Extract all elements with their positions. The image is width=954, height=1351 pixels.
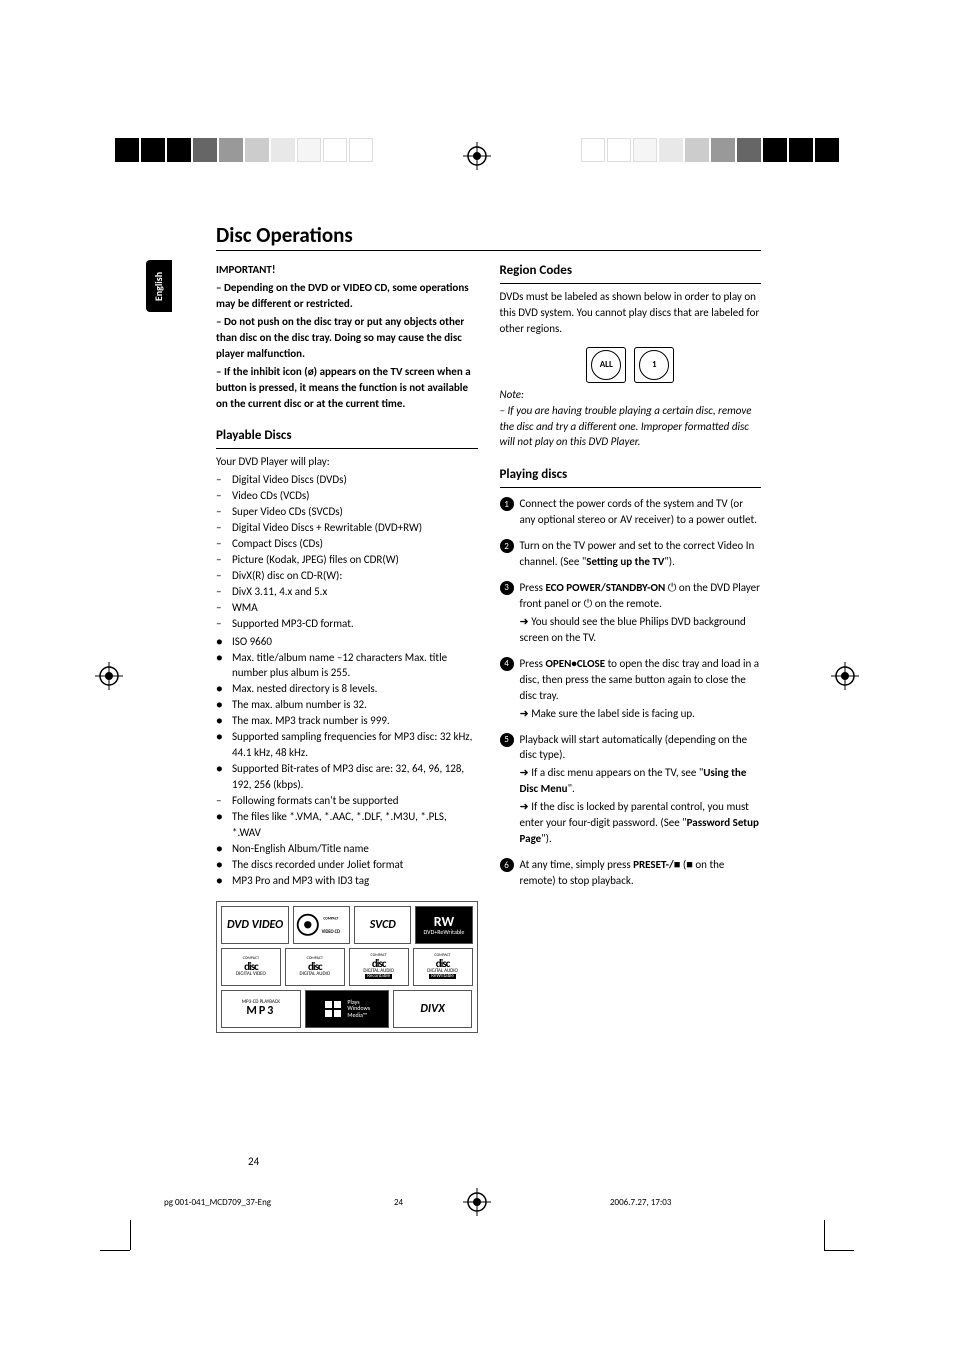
list-item: ●Supported Bit-rates of MP3 disc are: 32… bbox=[216, 761, 478, 793]
mp3-logo: MP3-CD PLAYBACKMP3 bbox=[221, 990, 301, 1028]
step-result: If a disc menu appears on the TV, see "U… bbox=[520, 765, 762, 797]
step-result: Make sure the label side is facing up. bbox=[520, 706, 762, 722]
windows-media-logo: PlaysWindowsMedia™ bbox=[305, 990, 389, 1028]
svg-text:VIDEO CD: VIDEO CD bbox=[322, 930, 341, 935]
region-note-body: – If you are having trouble playing a ce… bbox=[500, 403, 762, 451]
step-1: 1 Connect the power cords of the system a… bbox=[500, 496, 762, 530]
left-column: IMPORTANT! – Depending on the DVD or VID… bbox=[216, 262, 478, 1033]
list-item: –Video CDs (VCDs) bbox=[216, 488, 478, 504]
step-number-icon: 2 bbox=[500, 539, 514, 553]
important-heading: IMPORTANT! bbox=[216, 262, 478, 278]
list-item: –DivX(R) disc on CD-R(W): bbox=[216, 568, 478, 584]
playable-intro: Your DVD Player will play: bbox=[216, 454, 478, 470]
list-item: –Following formats can't be supported bbox=[216, 793, 478, 809]
registration-mark-icon bbox=[463, 142, 491, 170]
step-number-icon: 3 bbox=[500, 581, 514, 595]
list-item: –Compact Discs (CDs) bbox=[216, 536, 478, 552]
step-4: 4 Press OPEN•CLOSE to open the disc tray … bbox=[500, 656, 762, 724]
important-p1: – Depending on the DVD or VIDEO CD, some… bbox=[216, 280, 478, 312]
language-tab: English bbox=[146, 260, 172, 312]
region-intro: DVDs must be labeled as shown below in o… bbox=[500, 289, 762, 337]
step-text: Turn on the TV power and set to the corr… bbox=[520, 538, 762, 570]
divx-logo: DIVX bbox=[393, 990, 473, 1028]
step-result: You should see the blue Philips DVD back… bbox=[520, 614, 762, 646]
important-p3: – If the inhibit icon (ø) appears on the… bbox=[216, 364, 478, 412]
list-item: ●The files like *.VMA, *.AAC, *.DLF, *.M… bbox=[216, 809, 478, 841]
step-body: Playback will start automatically (depen… bbox=[520, 732, 762, 850]
step-text: Press ECO POWER/STANDBY-ON ⏻ on the DVD … bbox=[520, 580, 762, 612]
crop-gradient-right bbox=[581, 138, 839, 162]
page-title: Disc Operations bbox=[216, 222, 353, 248]
video-cd-logo: COMPACT VIDEO CD bbox=[293, 906, 350, 944]
step-body: Press ECO POWER/STANDBY-ON ⏻ on the DVD … bbox=[520, 580, 762, 648]
registration-mark-icon bbox=[95, 662, 123, 690]
step-text: Press OPEN•CLOSE to open the disc tray a… bbox=[520, 656, 762, 704]
step-2: 2 Turn on the TV power and set to the cor… bbox=[500, 538, 762, 572]
important-p2: – Do not push on the disc tray or put an… bbox=[216, 314, 478, 362]
step-text: Connect the power cords of the system an… bbox=[520, 496, 762, 528]
list-item: –Picture (Kodak, JPEG) files on CDR(W) bbox=[216, 552, 478, 568]
list-item: –Supported MP3-CD format. bbox=[216, 616, 478, 632]
step-body: At any time, simply press PRESET-/■ (■ o… bbox=[520, 857, 762, 891]
important-block: IMPORTANT! – Depending on the DVD or VID… bbox=[216, 262, 478, 411]
step-number-icon: 5 bbox=[500, 733, 514, 747]
svg-text:COMPACT: COMPACT bbox=[324, 916, 339, 920]
cd-digital-video-logo: COMPACTdiscDIGITAL VIDEO bbox=[221, 948, 281, 986]
region-heading: Region Codes bbox=[500, 262, 762, 284]
registration-mark-icon bbox=[831, 662, 859, 690]
cd-digital-audio-logo: COMPACTdiscDIGITAL AUDIO bbox=[285, 948, 345, 986]
step-5: 5 Playback will start automatically (depe… bbox=[500, 732, 762, 850]
list-item: ●Non-English Album/Title name bbox=[216, 841, 478, 857]
list-item: –Digital Video Discs (DVDs) bbox=[216, 472, 478, 488]
step-number-icon: 1 bbox=[500, 497, 514, 511]
step-text: Playback will start automatically (depen… bbox=[520, 732, 762, 764]
list-item: ●Max. title/album name –12 characters Ma… bbox=[216, 650, 478, 682]
list-item: ●MP3 Pro and MP3 with ID3 tag bbox=[216, 873, 478, 889]
logo-row-3: MP3-CD PLAYBACKMP3 PlaysWindowsMedia™ DI… bbox=[221, 990, 473, 1028]
list-item: –Super Video CDs (SVCDs) bbox=[216, 504, 478, 520]
step-number-icon: 6 bbox=[500, 858, 514, 872]
dvd-video-logo: DVD VIDEO bbox=[221, 906, 289, 944]
step-body: Press OPEN•CLOSE to open the disc tray a… bbox=[520, 656, 762, 724]
right-column: Region Codes DVDs must be labeled as sho… bbox=[500, 262, 762, 1033]
list-item: –WMA bbox=[216, 600, 478, 616]
list-item: ●The discs recorded under Joliet format bbox=[216, 857, 478, 873]
step-6: 6 At any time, simply press PRESET-/■ (■ … bbox=[500, 857, 762, 891]
playable-heading: Playable Discs bbox=[216, 427, 478, 449]
cd-recordable-logo: COMPACTdiscDIGITAL AUDIORecordable bbox=[349, 948, 409, 986]
crop-marks-bottom bbox=[0, 1201, 954, 1251]
list-item: ●ISO 9660 bbox=[216, 634, 478, 650]
list-item: ●Supported sampling frequencies for MP3 … bbox=[216, 729, 478, 761]
playing-steps: 1 Connect the power cords of the system a… bbox=[500, 496, 762, 891]
svcd-logo: SVCD bbox=[354, 906, 411, 944]
title-rule bbox=[216, 250, 761, 251]
playable-list-bullet: ●ISO 9660●Max. title/album name –12 char… bbox=[216, 634, 478, 889]
cd-rewritable-logo: COMPACTdiscDIGITAL AUDIOReWritable bbox=[413, 948, 473, 986]
crop-gradient-left bbox=[115, 138, 373, 162]
list-item: ●Max. nested directory is 8 levels. bbox=[216, 681, 478, 697]
step-number-icon: 4 bbox=[500, 657, 514, 671]
step-body: Turn on the TV power and set to the corr… bbox=[520, 538, 762, 572]
content-area: IMPORTANT! – Depending on the DVD or VID… bbox=[216, 262, 761, 1033]
region-note-heading: Note: bbox=[500, 387, 762, 403]
format-logos: DVD VIDEO COMPACT VIDEO CD SVCD RWDVD+ReW… bbox=[216, 901, 478, 1033]
logo-row-1: DVD VIDEO COMPACT VIDEO CD SVCD RWDVD+ReW… bbox=[221, 906, 473, 944]
step-3: 3 Press ECO POWER/STANDBY-ON ⏻ on the DVD… bbox=[500, 580, 762, 648]
region-icons: ALL 1 bbox=[500, 347, 762, 383]
step-body: Connect the power cords of the system an… bbox=[520, 496, 762, 530]
logo-row-2: COMPACTdiscDIGITAL VIDEO COMPACTdiscDIGI… bbox=[221, 948, 473, 986]
step-result: If the disc is locked by parental contro… bbox=[520, 799, 762, 847]
region-1-icon: 1 bbox=[634, 347, 674, 383]
region-all-icon: ALL bbox=[586, 347, 626, 383]
list-item: –Digital Video Discs + Rewritable (DVD+R… bbox=[216, 520, 478, 536]
list-item: –DivX 3.11, 4.x and 5.x bbox=[216, 584, 478, 600]
list-item: ●The max. MP3 track number is 999. bbox=[216, 713, 478, 729]
playing-heading: Playing discs bbox=[500, 466, 762, 488]
step-text: At any time, simply press PRESET-/■ (■ o… bbox=[520, 857, 762, 889]
dvd-rw-logo: RWDVD+ReWritable bbox=[415, 906, 472, 944]
playable-list-dash: –Digital Video Discs (DVDs)–Video CDs (V… bbox=[216, 472, 478, 631]
page-number: 24 bbox=[248, 1155, 259, 1168]
list-item: ●The max. album number is 32. bbox=[216, 697, 478, 713]
